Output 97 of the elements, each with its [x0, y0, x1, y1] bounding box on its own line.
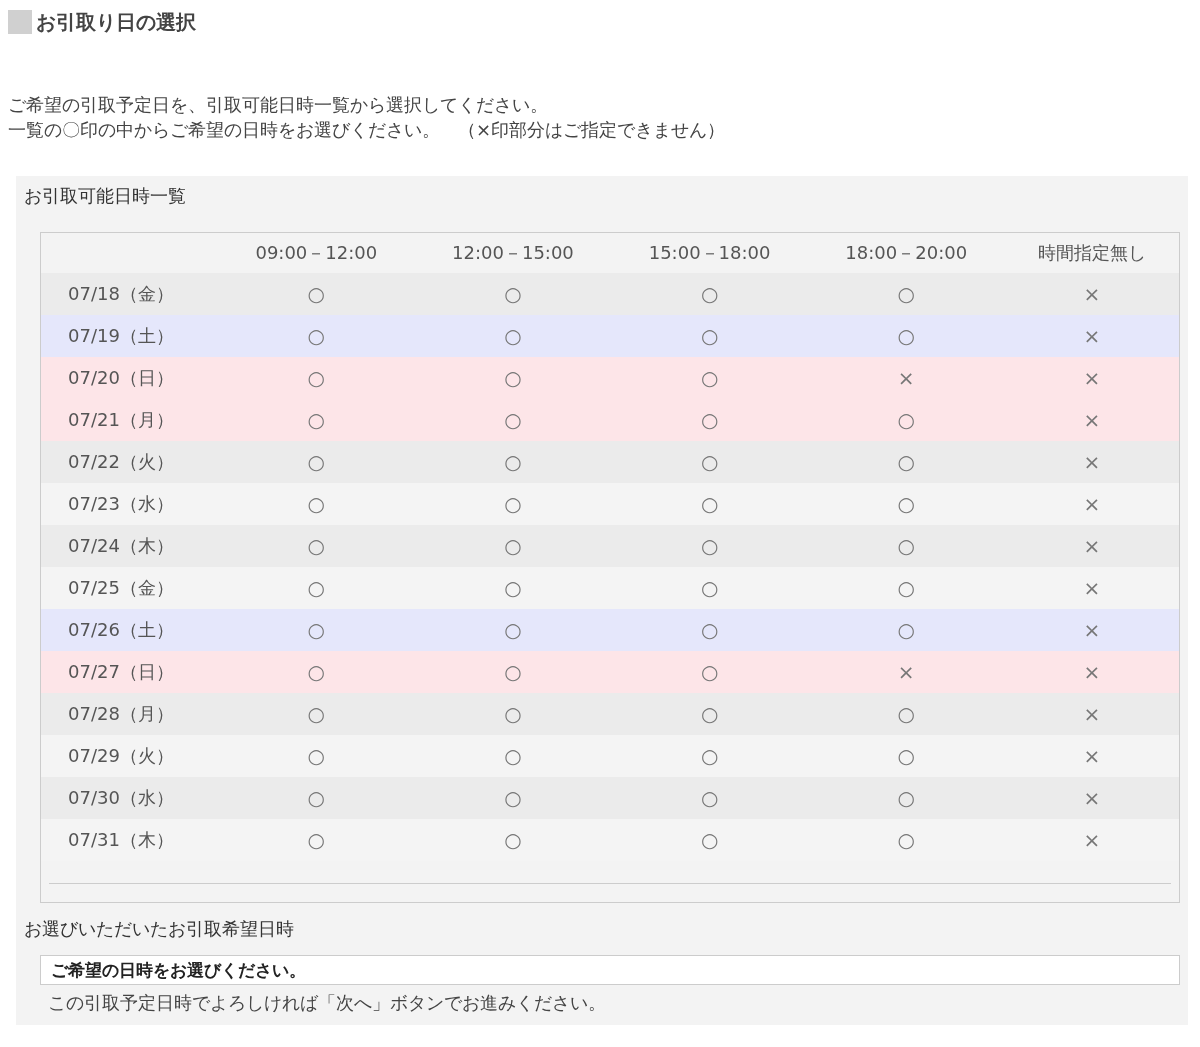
- time-slot-mark[interactable]: ○: [700, 365, 719, 390]
- time-slot-mark[interactable]: ○: [700, 701, 719, 726]
- time-slot-mark[interactable]: ○: [504, 491, 522, 516]
- time-slot-mark[interactable]: ○: [307, 617, 326, 642]
- time-slot-mark[interactable]: ×: [1083, 827, 1101, 852]
- time-slot-mark[interactable]: ×: [1083, 323, 1101, 348]
- date-label: 07/24（木）: [68, 535, 174, 556]
- date-label: 07/27（日）: [68, 661, 174, 682]
- time-slot-mark[interactable]: ○: [897, 533, 915, 558]
- time-slot-mark[interactable]: ○: [307, 365, 326, 390]
- time-slot-mark[interactable]: ○: [897, 281, 915, 306]
- time-slot-mark[interactable]: ×: [1083, 743, 1101, 768]
- time-slot-mark[interactable]: ○: [504, 533, 522, 558]
- time-slot-mark[interactable]: ○: [504, 365, 522, 390]
- time-slot-mark[interactable]: ○: [897, 827, 915, 852]
- date-label: 07/19（土）: [68, 325, 174, 346]
- date-label: 07/30（水）: [68, 787, 174, 808]
- time-slot-mark[interactable]: ○: [897, 785, 915, 810]
- time-slot-mark[interactable]: ○: [307, 575, 326, 600]
- time-slot-mark[interactable]: ○: [897, 323, 915, 348]
- time-slot-mark[interactable]: ○: [307, 449, 326, 474]
- time-slot-mark[interactable]: ×: [897, 659, 915, 684]
- section-heading: お引取可能日時一覧: [24, 184, 186, 208]
- instruction-text: この引取予定日時でよろしければ「次へ」ボタンでお進みください。: [48, 991, 606, 1015]
- time-slot-mark[interactable]: ○: [897, 449, 915, 474]
- time-slot-mark[interactable]: ○: [700, 659, 719, 684]
- time-slot-mark[interactable]: ○: [307, 407, 326, 432]
- time-slot-mark[interactable]: ○: [897, 407, 915, 432]
- time-slot-mark[interactable]: ○: [504, 449, 522, 474]
- date-label: 07/25（金）: [68, 577, 174, 598]
- time-slot-mark[interactable]: ○: [897, 575, 915, 600]
- page-title: お引取り日の選択: [36, 8, 196, 36]
- column-header: 15:00－18:00: [611, 233, 808, 273]
- time-slot-mark[interactable]: ○: [504, 659, 522, 684]
- time-slot-mark[interactable]: ×: [1083, 491, 1101, 516]
- instruction-text: 一覧の〇印の中からご希望の日時をお選びください。 （×印部分はご指定できません）: [8, 118, 726, 142]
- time-slot-mark[interactable]: ○: [307, 323, 326, 348]
- time-slot-mark[interactable]: ○: [700, 491, 719, 516]
- selected-datetime-field: ご希望の日時をお選びください。: [40, 955, 1180, 985]
- date-label: 07/20（日）: [68, 367, 174, 388]
- column-header: 12:00－15:00: [414, 233, 612, 273]
- instruction-text: ご希望の引取予定日を、引取可能日時一覧から選択してください。: [8, 93, 548, 117]
- time-slot-mark[interactable]: ○: [307, 281, 326, 306]
- time-slot-mark[interactable]: ○: [700, 281, 719, 306]
- date-label: 07/22（火）: [68, 451, 174, 472]
- time-slot-mark[interactable]: ○: [307, 743, 326, 768]
- date-label: 07/31（木）: [68, 829, 174, 850]
- time-slot-mark[interactable]: ○: [307, 785, 326, 810]
- time-slot-mark[interactable]: ○: [504, 701, 522, 726]
- date-label: 07/21（月）: [68, 409, 174, 430]
- time-slot-mark[interactable]: ○: [897, 491, 915, 516]
- time-slot-mark[interactable]: ○: [504, 827, 522, 852]
- date-label: 07/23（水）: [68, 493, 174, 514]
- time-slot-mark[interactable]: ○: [700, 449, 719, 474]
- time-slot-mark[interactable]: ×: [1083, 533, 1101, 558]
- date-label: 07/28（月）: [68, 703, 174, 724]
- time-slot-mark[interactable]: ○: [504, 743, 522, 768]
- column-header: 09:00－12:00: [218, 233, 415, 273]
- time-slot-mark[interactable]: ○: [700, 785, 719, 810]
- time-slot-mark[interactable]: ○: [897, 743, 915, 768]
- time-slot-mark[interactable]: ○: [307, 491, 326, 516]
- time-slot-mark[interactable]: ○: [897, 701, 915, 726]
- time-slot-mark[interactable]: ○: [504, 407, 522, 432]
- time-slot-mark[interactable]: ×: [1083, 575, 1101, 600]
- time-slot-mark[interactable]: ○: [504, 575, 522, 600]
- time-slot-mark[interactable]: ○: [307, 659, 326, 684]
- date-label: 07/18（金）: [68, 283, 174, 304]
- time-slot-mark[interactable]: ○: [700, 575, 719, 600]
- date-label: 07/29（火）: [68, 745, 174, 766]
- time-slot-mark[interactable]: ×: [1083, 785, 1101, 810]
- column-header: 時間指定無し: [1004, 233, 1179, 273]
- time-slot-mark[interactable]: ×: [1083, 701, 1101, 726]
- time-slot-mark[interactable]: ○: [700, 617, 719, 642]
- time-slot-mark[interactable]: ○: [307, 827, 326, 852]
- time-slot-mark[interactable]: ○: [700, 323, 719, 348]
- time-slot-mark[interactable]: ○: [700, 533, 719, 558]
- time-slot-mark[interactable]: ×: [1083, 449, 1101, 474]
- time-slot-mark[interactable]: ×: [1083, 659, 1101, 684]
- date-label: 07/26（土）: [68, 619, 174, 640]
- time-slot-mark[interactable]: ○: [504, 281, 522, 306]
- time-slot-mark[interactable]: ×: [1083, 617, 1101, 642]
- time-slot-mark[interactable]: ○: [504, 785, 522, 810]
- column-header: 18:00－20:00: [807, 233, 1005, 273]
- time-slot-mark[interactable]: ×: [1083, 407, 1101, 432]
- time-slot-mark[interactable]: ○: [897, 617, 915, 642]
- time-slot-mark[interactable]: ×: [1083, 365, 1101, 390]
- time-slot-mark[interactable]: ○: [504, 617, 522, 642]
- time-slot-mark[interactable]: ○: [700, 743, 719, 768]
- time-slot-mark[interactable]: ○: [307, 701, 326, 726]
- time-slot-mark[interactable]: ×: [1083, 281, 1101, 306]
- heading-marker: [8, 10, 32, 34]
- section-heading: お選びいただいたお引取希望日時: [24, 917, 294, 941]
- time-slot-mark[interactable]: ×: [897, 365, 915, 390]
- time-slot-mark[interactable]: ○: [504, 323, 522, 348]
- time-slot-mark[interactable]: ○: [700, 827, 719, 852]
- time-slot-mark[interactable]: ○: [700, 407, 719, 432]
- time-slot-mark[interactable]: ○: [307, 533, 326, 558]
